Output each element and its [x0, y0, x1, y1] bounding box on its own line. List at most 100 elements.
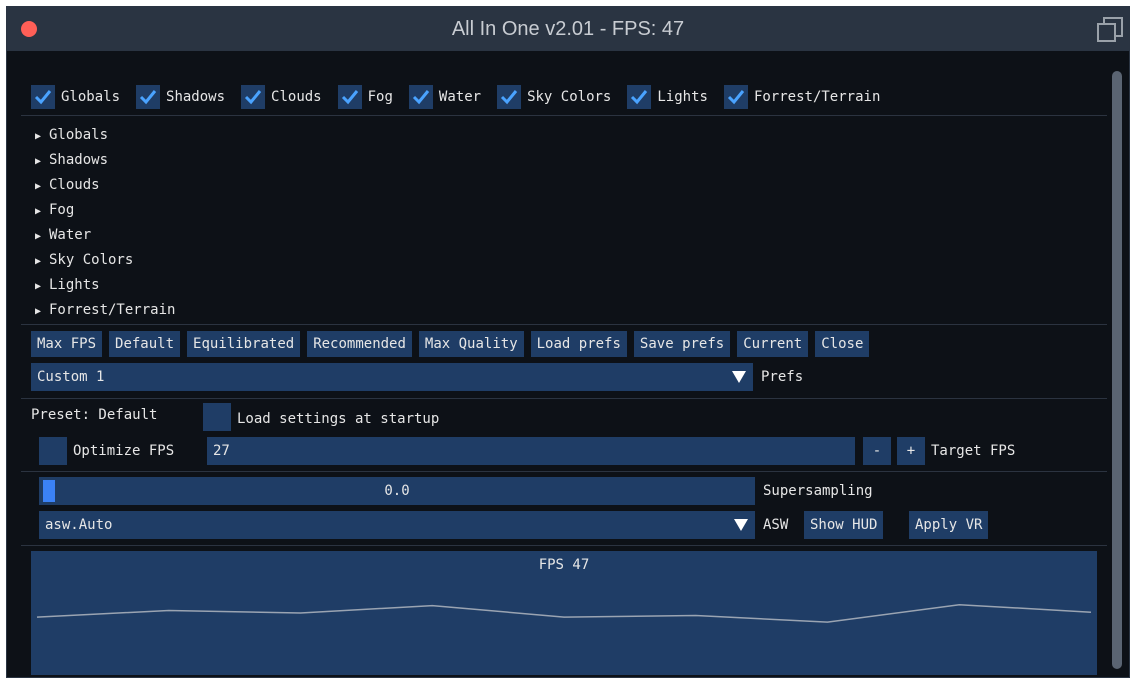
checkbox-box[interactable]	[497, 85, 522, 109]
optimize-fps-checkbox[interactable]	[39, 437, 67, 465]
load-at-startup-checkbox[interactable]	[203, 403, 231, 431]
divider	[21, 471, 1107, 472]
category-checkbox[interactable]: Clouds	[241, 85, 322, 109]
asw-select[interactable]: asw.Auto	[39, 511, 727, 539]
checkbox-box[interactable]	[408, 85, 433, 109]
preset-text: Preset: Default	[31, 407, 158, 423]
divider	[21, 398, 1107, 399]
prefs-dropdown-button[interactable]	[725, 363, 753, 391]
checkmark-icon	[501, 90, 518, 105]
category-checkbox[interactable]: Fog	[337, 85, 393, 109]
tree-node-label: Clouds	[49, 177, 100, 193]
tree-node[interactable]: ▶ Sky Colors	[21, 248, 175, 273]
preset-button[interactable]: Default	[109, 331, 181, 357]
apply-vr-button[interactable]: Apply VR	[909, 511, 989, 539]
checkmark-icon	[139, 90, 157, 105]
checkbox-box[interactable]	[31, 85, 55, 109]
show-hud-label: Show HUD	[810, 517, 878, 533]
section-tree: ▶ Globals ▶ Shadows ▶ Clouds ▶ Fog ▶ Water ▶ Sky Co…	[21, 123, 175, 323]
checkbox-box[interactable]	[723, 85, 748, 109]
category-checkbox[interactable]: Globals	[31, 85, 120, 109]
triangle-right-icon: ▶	[35, 231, 42, 242]
increment-button[interactable]: +	[897, 437, 925, 465]
supersampling-slider[interactable]: 0.0	[39, 477, 755, 505]
chevron-down-icon	[732, 371, 746, 383]
target-fps-value: 27	[213, 443, 230, 459]
checkbox-label: Clouds	[271, 89, 322, 105]
asw-dropdown-button[interactable]	[727, 511, 755, 539]
minus-icon: -	[872, 443, 882, 459]
checkbox-label: Sky Colors	[527, 89, 612, 105]
target-fps-input[interactable]: 27	[207, 437, 855, 465]
preset-button[interactable]: Equilibrated	[187, 331, 301, 357]
checkbox-box[interactable]	[337, 85, 362, 109]
tree-node-label: Forrest/Terrain	[49, 302, 176, 318]
checkbox-label: Water	[438, 89, 482, 105]
checkmark-icon	[727, 90, 745, 105]
category-checkbox[interactable]: Sky Colors	[497, 85, 611, 109]
category-checkbox[interactable]: Shadows	[136, 85, 225, 109]
tree-node[interactable]: ▶ Forrest/Terrain	[21, 298, 175, 323]
triangle-right-icon: ▶	[35, 281, 42, 292]
preset-button[interactable]: Save prefs	[633, 331, 731, 357]
checkbox-box[interactable]	[241, 85, 266, 109]
decrement-button[interactable]: -	[863, 437, 891, 465]
tree-node[interactable]: ▶ Clouds	[21, 173, 175, 198]
preset-button[interactable]: Close	[815, 331, 870, 357]
tree-node[interactable]: ▶ Globals	[21, 123, 175, 148]
category-checkbox[interactable]: Forrest/Terrain	[723, 85, 881, 109]
apply-vr-label: Apply VR	[915, 517, 983, 533]
detach-window-icon[interactable]	[1097, 17, 1123, 43]
preset-button[interactable]: Current	[737, 331, 809, 357]
triangle-right-icon: ▶	[35, 206, 42, 217]
supersampling-label: Supersampling	[763, 483, 873, 499]
preset-button[interactable]: Recommended	[307, 331, 412, 357]
checkmark-icon	[341, 90, 358, 105]
tree-node[interactable]: ▶ Shadows	[21, 148, 175, 173]
divider	[21, 115, 1107, 116]
tree-node[interactable]: ▶ Lights	[21, 273, 175, 298]
checkbox-label: Forrest/Terrain	[753, 89, 881, 105]
checkmark-icon	[34, 90, 52, 105]
scrollbar-thumb[interactable]	[1112, 71, 1122, 669]
checkbox-label: Fog	[367, 89, 393, 105]
tree-node[interactable]: ▶ Fog	[21, 198, 175, 223]
category-checkbox[interactable]: Lights	[627, 85, 708, 109]
prefs-select[interactable]: Custom 1	[31, 363, 725, 391]
preset-button[interactable]: Load prefs	[530, 331, 627, 357]
tree-node-label: Lights	[49, 277, 100, 293]
preset-button[interactable]: Max Quality	[418, 331, 524, 357]
load-at-startup-label: Load settings at startup	[237, 411, 440, 427]
tree-node-label: Fog	[49, 202, 75, 218]
preset-button[interactable]: Max FPS	[31, 331, 103, 357]
preset-buttons: Max FPS Default Equilibrated Recommended Max…	[31, 331, 876, 357]
window-content: Globals Shadows Clouds Fog Water Sky Colors Li…	[21, 65, 1107, 675]
fps-line	[36, 603, 1092, 623]
supersampling-value: 0.0	[384, 483, 410, 499]
fps-plot: FPS 47	[31, 551, 1097, 675]
triangle-right-icon: ▶	[35, 181, 42, 192]
checkbox-label: Globals	[61, 89, 121, 105]
scrollbar[interactable]	[1110, 69, 1124, 673]
window-title: All In One v2.01 - FPS: 47	[451, 18, 685, 40]
checkbox-box[interactable]	[136, 85, 161, 109]
tree-node[interactable]: ▶ Water	[21, 223, 175, 248]
main-window: All In One v2.01 - FPS: 47 Globals Shadow…	[6, 6, 1130, 678]
triangle-right-icon: ▶	[35, 306, 42, 317]
checkbox-label: Shadows	[166, 89, 226, 105]
checkmark-icon	[412, 90, 430, 105]
divider	[21, 545, 1107, 546]
checkmark-icon	[631, 90, 648, 105]
chevron-down-icon	[734, 519, 748, 531]
asw-select-value: asw.Auto	[45, 517, 113, 533]
triangle-right-icon: ▶	[35, 256, 42, 267]
title-bar[interactable]: All In One v2.01 - FPS: 47	[7, 7, 1129, 51]
checkbox-box[interactable]	[627, 85, 652, 109]
checkmark-icon	[244, 90, 262, 105]
show-hud-button[interactable]: Show HUD	[804, 511, 884, 539]
plus-icon: +	[906, 443, 916, 459]
tree-node-label: Sky Colors	[49, 252, 134, 268]
asw-label: ASW	[763, 517, 789, 533]
triangle-right-icon: ▶	[35, 156, 42, 167]
category-checkbox[interactable]: Water	[408, 85, 482, 109]
